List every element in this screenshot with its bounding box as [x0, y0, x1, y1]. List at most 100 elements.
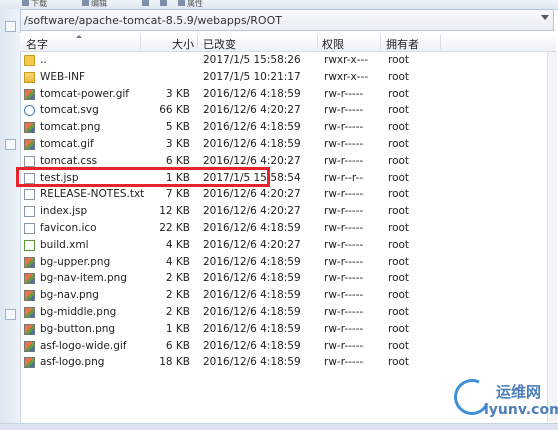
file-icon — [24, 189, 35, 201]
file-name: test.jsp — [40, 171, 79, 184]
file-row[interactable]: .. 2017/1/5 15:58:26 rwxr-x--- root — [20, 52, 556, 69]
file-name: WEB-INF — [40, 70, 85, 83]
file-name: index.jsp — [40, 205, 88, 218]
file-row[interactable]: bg-nav-item.png 2 KB 2016/12/6 4:18:59 rw-r… — [20, 270, 556, 287]
column-divider[interactable] — [440, 35, 441, 49]
column-header-name[interactable]: 名字 — [26, 36, 48, 52]
path-bar[interactable]: /software/apache-tomcat-8.5.9/webapps/RO… — [20, 9, 554, 31]
file-row[interactable]: bg-button.png 1 KB 2016/12/6 4:18:59 rw-r--… — [20, 321, 556, 338]
file-owner: root — [388, 221, 410, 234]
file-row[interactable]: asf-logo.png 18 KB 2016/12/6 4:18:59 rw-r--… — [20, 354, 556, 371]
file-row[interactable]: bg-middle.png 2 KB 2016/12/6 4:18:59 rw-r--… — [20, 304, 556, 321]
file-row[interactable]: WEB-INF 2017/1/5 10:21:17 rwxr-x--- root — [20, 69, 556, 86]
sort-ascending-icon — [76, 35, 82, 38]
file-permissions: rw-r----- — [324, 87, 364, 100]
cut-icon — [142, 0, 149, 6]
file-permissions: rw-r----- — [324, 289, 364, 302]
svg-icon — [24, 105, 35, 117]
file-name: tomcat.gif — [40, 137, 94, 150]
file-name: tomcat.css — [40, 154, 98, 167]
image-icon — [24, 138, 35, 150]
path-dropdown-icon[interactable] — [541, 15, 549, 20]
edit-icon — [82, 0, 89, 6]
file-owner: root — [388, 205, 410, 218]
file-size: 2 KB — [165, 272, 190, 285]
cut-button[interactable] — [142, 0, 151, 8]
file-modified: 2016/12/6 4:20:27 — [203, 188, 301, 201]
file-modified: 2016/12/6 4:18:59 — [203, 289, 301, 302]
image-icon — [24, 256, 35, 268]
file-name: .. — [40, 54, 47, 66]
file-size: 18 KB — [159, 356, 190, 369]
file-row[interactable]: tomcat-power.gif 3 KB 2016/12/6 4:18:59 rw-… — [20, 86, 556, 103]
file-row[interactable]: build.xml 4 KB 2016/12/6 4:20:27 rw-r----- r… — [20, 237, 556, 254]
column-divider[interactable] — [317, 35, 318, 49]
watermark-text-cn: 运维网 — [496, 383, 542, 401]
file-row[interactable]: bg-nav.png 2 KB 2016/12/6 4:18:59 rw-r-----… — [20, 287, 556, 304]
file-modified: 2017/1/5 15:58:26 — [203, 54, 301, 66]
file-permissions: rw-r----- — [324, 255, 364, 268]
file-owner: root — [388, 339, 410, 352]
file-size: 1 KB — [165, 171, 190, 184]
file-owner: root — [388, 154, 410, 167]
file-row[interactable]: tomcat.png 5 KB 2016/12/6 4:18:59 rw-r-----… — [20, 119, 556, 136]
download-button[interactable]: 下载 — [22, 0, 47, 8]
column-divider[interactable] — [380, 35, 381, 49]
file-owner: root — [388, 356, 410, 369]
file-row[interactable]: tomcat.svg 66 KB 2016/12/6 4:20:27 rw-r----… — [20, 102, 556, 119]
file-permissions: rwxr-x--- — [324, 54, 369, 66]
file-owner: root — [388, 121, 410, 134]
image-icon — [24, 290, 35, 302]
file-row[interactable]: index.jsp 12 KB 2016/12/6 4:20:27 rw-r-----… — [20, 203, 556, 220]
file-owner: root — [388, 255, 410, 268]
file-modified: 2016/12/6 4:20:27 — [203, 154, 301, 167]
file-name: asf-logo-wide.gif — [40, 339, 127, 352]
current-path[interactable]: /software/apache-tomcat-8.5.9/webapps/RO… — [24, 14, 282, 27]
file-size: 4 KB — [165, 238, 190, 251]
column-divider[interactable] — [140, 35, 141, 49]
file-name: tomcat.svg — [40, 104, 99, 117]
column-header-owner[interactable]: 拥有者 — [386, 36, 419, 52]
image-icon — [24, 88, 35, 100]
panel-toggle-icon[interactable] — [5, 21, 16, 32]
vertical-scrollbar[interactable] — [547, 52, 557, 422]
file-name: favicon.ico — [40, 221, 97, 234]
file-owner: root — [388, 87, 410, 100]
file-owner: root — [388, 171, 410, 184]
file-row[interactable]: favicon.ico 22 KB 2016/12/6 4:18:59 rw-r---… — [20, 220, 556, 237]
image-icon — [24, 122, 35, 134]
file-size: 7 KB — [165, 188, 190, 201]
file-name: bg-middle.png — [40, 305, 117, 318]
file-permissions: rw-r----- — [324, 205, 364, 218]
file-row[interactable]: test.jsp 1 KB 2017/1/5 15:58:54 rw-r--r-- ro… — [20, 170, 556, 187]
file-size: 4 KB — [165, 255, 190, 268]
column-divider[interactable] — [197, 35, 198, 49]
properties-button[interactable]: 属性 — [178, 0, 203, 8]
copy-button[interactable] — [160, 0, 169, 8]
file-row[interactable]: tomcat.gif 3 KB 2016/12/6 4:18:59 rw-r-----… — [20, 136, 556, 153]
file-owner: root — [388, 305, 410, 318]
file-permissions: rw-r----- — [324, 154, 364, 167]
parent-folder-icon — [24, 55, 35, 66]
panel-history-icon[interactable] — [5, 309, 16, 320]
file-permissions: rw-r----- — [324, 137, 364, 150]
properties-icon — [178, 0, 185, 6]
panel-bookmark-icon[interactable] — [5, 139, 16, 150]
edit-button[interactable]: 编辑 — [82, 0, 107, 8]
file-row[interactable]: asf-logo-wide.gif 6 KB 2016/12/6 4:18:59 rw… — [20, 338, 556, 355]
file-modified: 2016/12/6 4:20:27 — [203, 205, 301, 218]
file-name: bg-button.png — [40, 322, 116, 335]
column-header-modified[interactable]: 已改变 — [203, 36, 236, 52]
file-name: bg-upper.png — [40, 255, 111, 268]
file-permissions: rw-r----- — [324, 356, 364, 369]
column-header-size[interactable]: 大小 — [172, 36, 194, 52]
file-list-header: 名字 大小 已改变 权限 拥有者 — [20, 33, 556, 52]
file-modified: 2017/1/5 15:58:54 — [203, 171, 301, 184]
file-row[interactable]: tomcat.css 6 KB 2016/12/6 4:20:27 rw-r-----… — [20, 153, 556, 170]
file-row[interactable]: bg-upper.png 4 KB 2016/12/6 4:18:59 rw-r---… — [20, 254, 556, 271]
image-icon — [24, 323, 35, 335]
column-header-permissions[interactable]: 权限 — [322, 36, 344, 52]
file-size: 6 KB — [165, 154, 190, 167]
file-modified: 2016/12/6 4:18:59 — [203, 87, 301, 100]
file-row[interactable]: RELEASE-NOTES.txt 7 KB 2016/12/6 4:20:27 rw… — [20, 186, 556, 203]
